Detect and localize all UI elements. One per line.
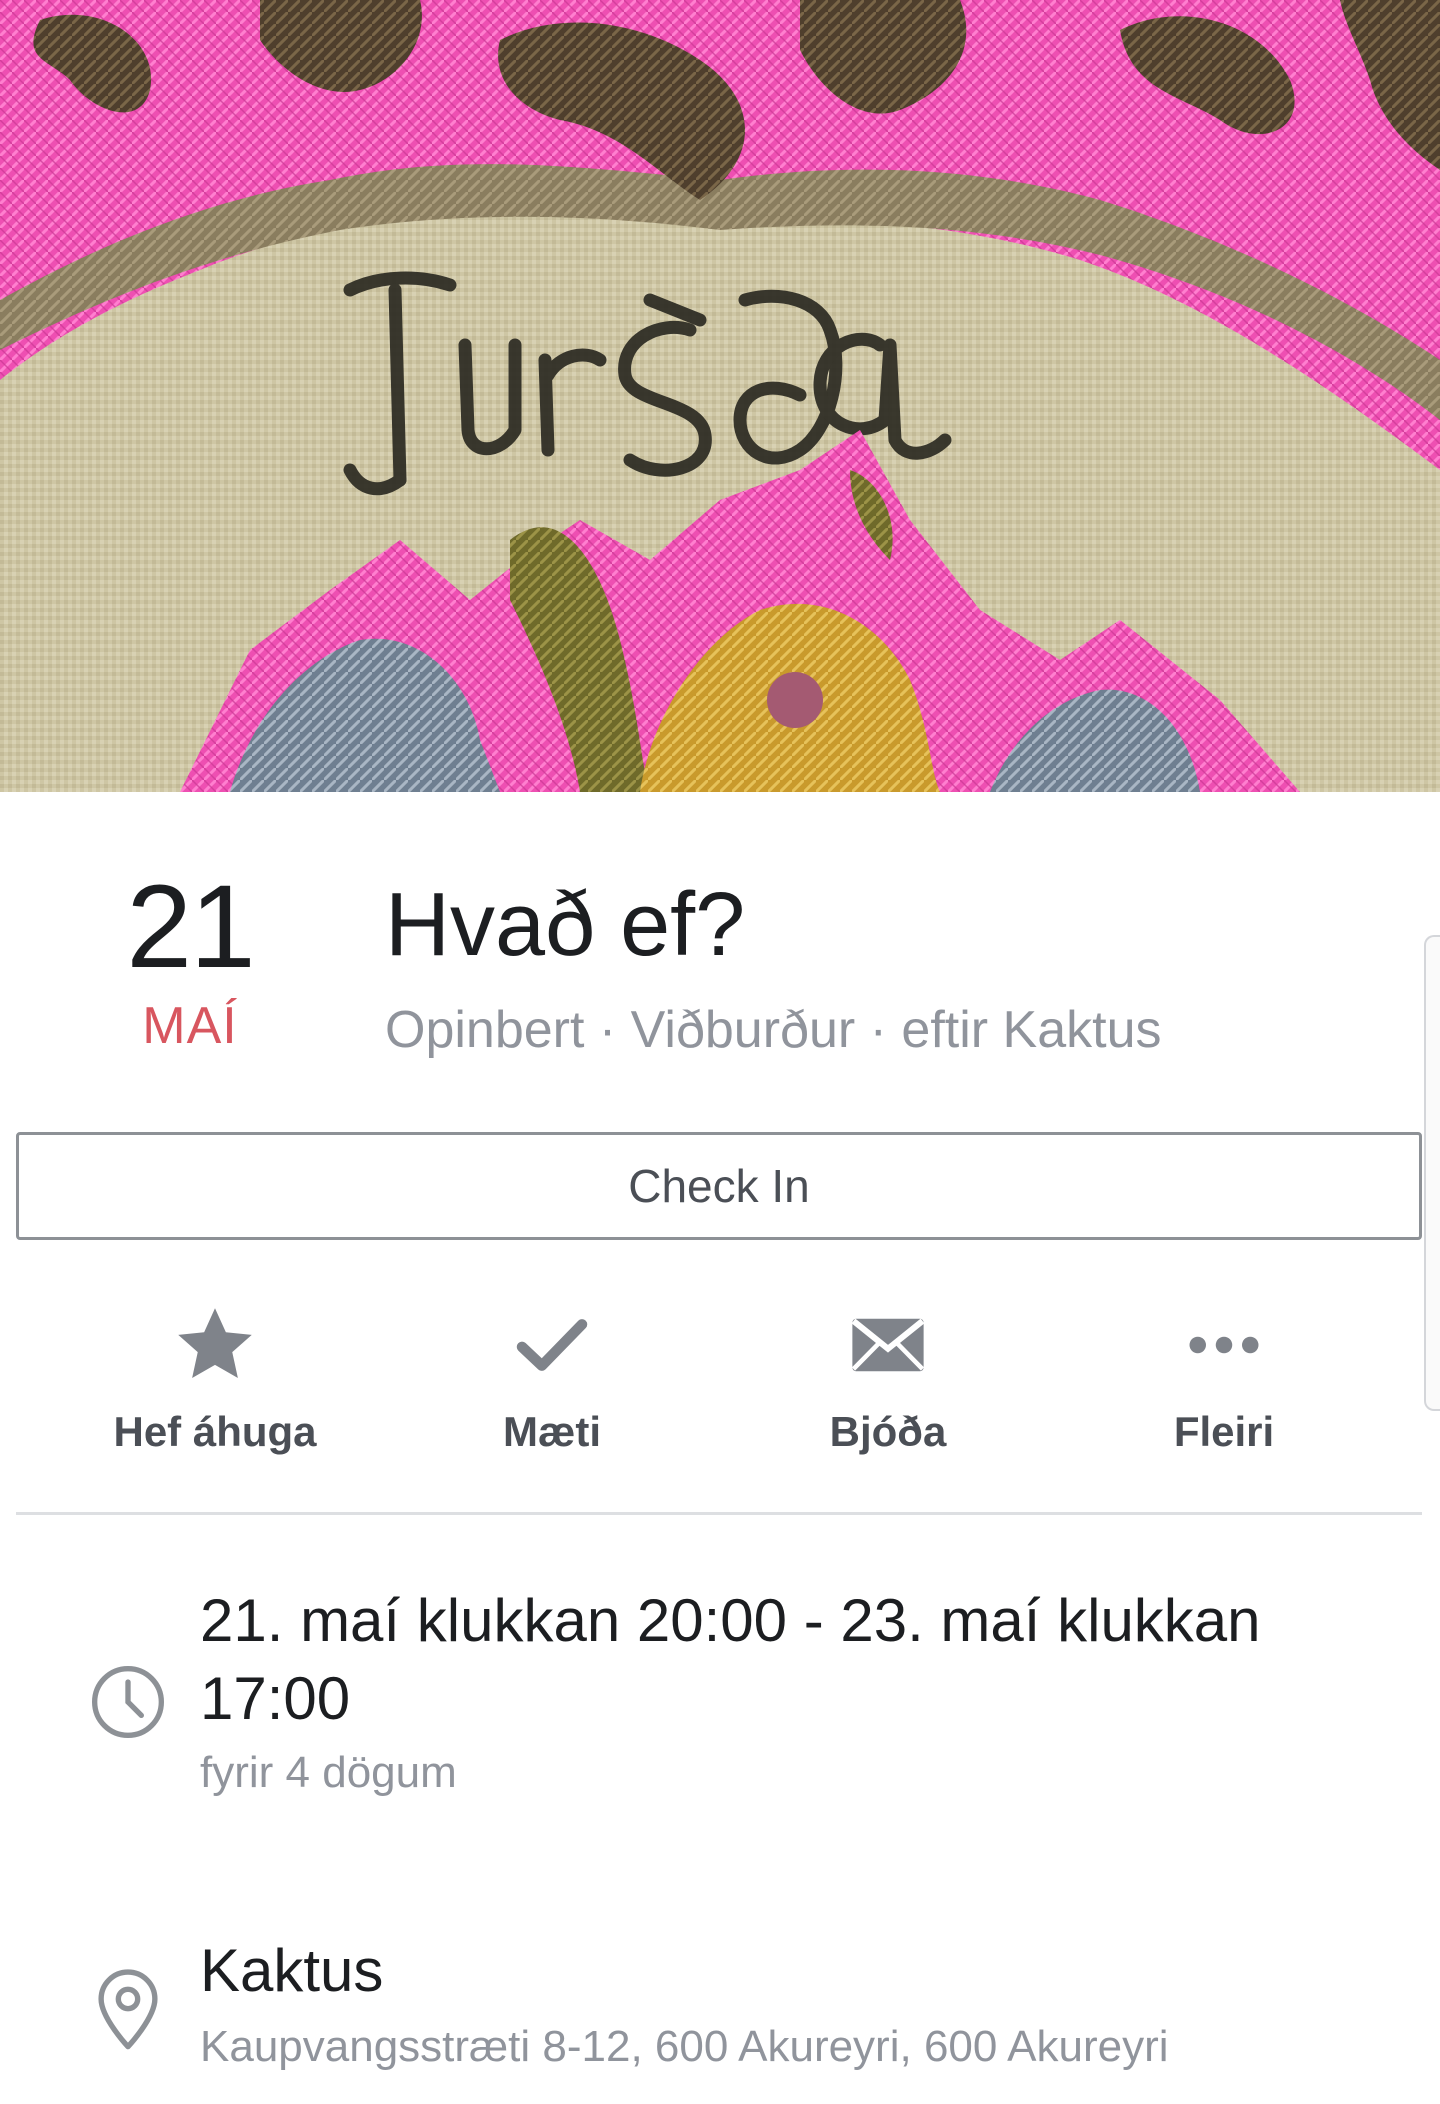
envelope-icon [738,1300,1038,1390]
more-button[interactable]: Fleiri [1074,1300,1374,1470]
check-in-button[interactable]: Check In [16,1132,1422,1240]
going-label: Mæti [503,1408,601,1455]
interested-label: Hef áhuga [113,1408,317,1455]
event-location-address: Kaupvangsstræti 8-12, 600 Akureyri, 600 … [200,2022,1169,2071]
event-time-relative: fyrir 4 dögum [200,1748,457,1797]
location-pin-icon [92,1966,164,2057]
invite-button[interactable]: Bjóða [738,1300,1038,1470]
star-icon [65,1300,365,1390]
event-time-row[interactable]: 21. maí klukkan 20:00 - 23. maí klukkan … [0,1582,1440,1822]
more-label: Fleiri [1173,1408,1275,1455]
cover-photo [0,0,1440,792]
event-date-month: MAÍ [142,997,238,1055]
interested-button[interactable]: Hef áhuga [65,1300,365,1470]
event-date: 21 MAÍ [100,868,280,1052]
invite-label: Bjóða [829,1408,947,1455]
event-title: Hvað ef? [385,875,746,975]
section-divider [16,1512,1422,1515]
event-location-name: Kaktus [200,1937,384,2004]
action-bar: Hef áhuga Mæti Bjóða Fleiri [0,1300,1440,1480]
event-date-day: 21 [126,861,255,993]
event-location-row[interactable]: Kaktus Kaupvangsstræti 8-12, 600 Akureyr… [0,1932,1440,2092]
event-time-text: 21. maí klukkan 20:00 - 23. maí klukkan … [200,1587,1261,1732]
more-icon [1074,1300,1374,1390]
going-button[interactable]: Mæti [402,1300,702,1470]
event-meta[interactable]: Opinbert · Viðburður · eftir Kaktus [385,1000,1162,1060]
check-icon [402,1300,702,1390]
clock-icon [88,1662,168,1747]
